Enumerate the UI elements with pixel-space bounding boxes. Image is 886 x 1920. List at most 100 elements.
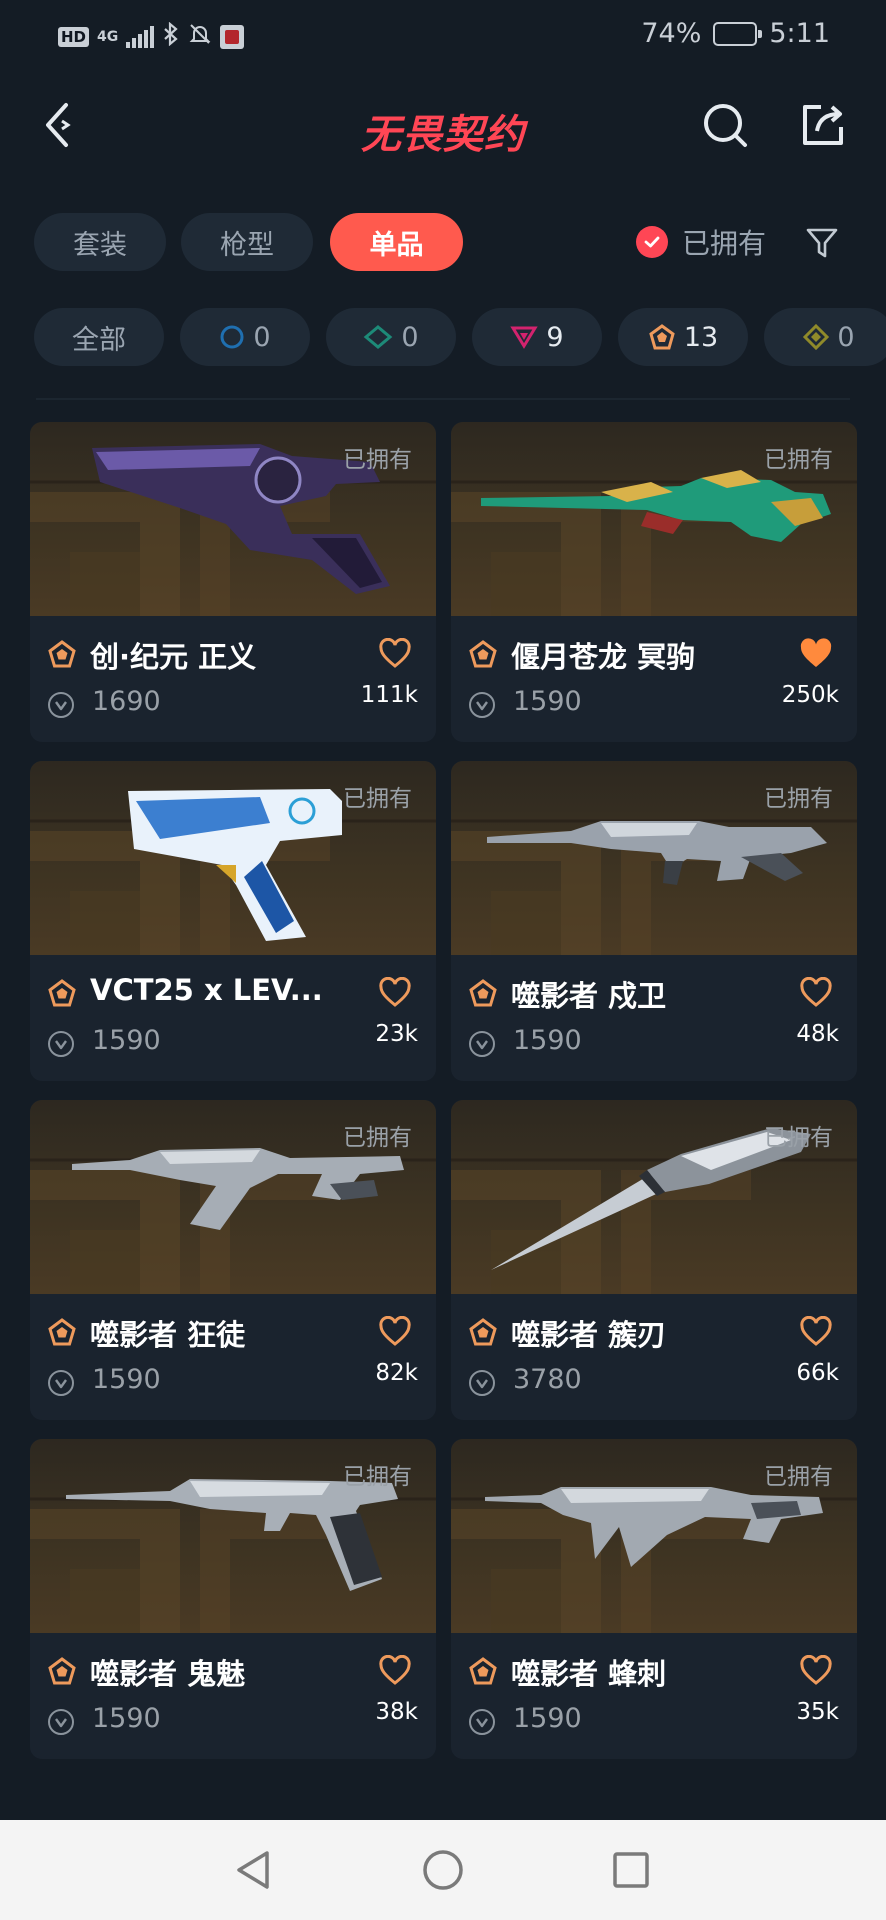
vp-currency-icon bbox=[48, 692, 74, 718]
share-button[interactable] bbox=[793, 95, 853, 155]
rarity-chip-ultra[interactable]: 0 bbox=[764, 308, 886, 366]
status-left-icons: HD 4G bbox=[58, 21, 245, 51]
rarity-chip-count: 13 bbox=[683, 321, 719, 353]
pentagon-tier-icon bbox=[48, 1318, 76, 1346]
mute-bell-icon bbox=[188, 22, 212, 51]
vp-currency-icon bbox=[48, 1370, 74, 1396]
clock: 5:11 bbox=[769, 18, 830, 49]
skin-info: 噬影者 鬼魅 1590 38k bbox=[30, 1633, 436, 1759]
skin-card[interactable]: 已拥有噬影者 簇刃 3780 66k bbox=[451, 1100, 857, 1420]
nav-back-button[interactable] bbox=[229, 1846, 277, 1894]
skin-info: 噬影者 蜂刺 1590 35k bbox=[451, 1633, 857, 1759]
like-button[interactable] bbox=[799, 1315, 833, 1348]
like-count: 111k bbox=[360, 682, 418, 708]
like-count: 23k bbox=[375, 1021, 418, 1047]
like-button[interactable] bbox=[378, 1315, 412, 1348]
filter-button[interactable] bbox=[800, 223, 844, 263]
search-button[interactable] bbox=[695, 95, 755, 155]
owned-tag: 已拥有 bbox=[764, 1464, 833, 1490]
like-count: 38k bbox=[375, 1699, 418, 1725]
checkmark-icon bbox=[636, 226, 668, 258]
like-count: 66k bbox=[796, 1360, 839, 1386]
app-header: 无畏契约 bbox=[0, 80, 886, 170]
skin-price: 1590 bbox=[513, 686, 582, 717]
status-bar: HD 4G 74% 5:11 bbox=[0, 0, 886, 74]
skin-name: 偃月苍龙 冥驹 bbox=[511, 640, 696, 674]
skin-card[interactable]: 已拥有 噬影者 狂徒 1590 82k bbox=[30, 1100, 436, 1420]
heart-outline-icon bbox=[378, 976, 412, 1013]
skin-info: 噬影者 簇刃 3780 66k bbox=[451, 1294, 857, 1420]
owned-tag: 已拥有 bbox=[343, 786, 412, 812]
rarity-chip-exclusive[interactable]: 13 bbox=[618, 308, 748, 366]
skin-card[interactable]: 已拥有 创·纪元 正义 1690 111k bbox=[30, 422, 436, 742]
skin-price: 1590 bbox=[92, 1703, 161, 1734]
owned-tag: 已拥有 bbox=[764, 1125, 833, 1151]
like-button[interactable] bbox=[378, 637, 412, 670]
rhombus-tier-icon bbox=[803, 324, 830, 350]
pentagon-tier-icon bbox=[48, 640, 76, 668]
rarity-chip-count: 0 bbox=[253, 321, 271, 353]
nav-home-button[interactable] bbox=[419, 1846, 467, 1894]
like-button[interactable] bbox=[799, 1654, 833, 1687]
vp-currency-icon bbox=[469, 1031, 495, 1057]
owned-tag: 已拥有 bbox=[764, 447, 833, 473]
tab-single-items[interactable]: 单品 bbox=[330, 213, 463, 271]
skin-image: 已拥有 bbox=[451, 422, 857, 616]
skin-card[interactable]: 已拥有噬影者 蜂刺 1590 35k bbox=[451, 1439, 857, 1759]
tab-bundles[interactable]: 套装 bbox=[34, 213, 166, 271]
skin-card[interactable]: 已拥有 偃月苍龙 冥驹 1590 250k bbox=[451, 422, 857, 742]
skin-name: 噬影者 簇刃 bbox=[511, 1318, 667, 1352]
pentagon-tier-icon bbox=[649, 324, 675, 350]
skin-name: 噬影者 狂徒 bbox=[90, 1318, 246, 1352]
vp-currency-icon bbox=[48, 1709, 74, 1735]
tab-weapon-types[interactable]: 枪型 bbox=[181, 213, 313, 271]
nav-recents-button[interactable] bbox=[607, 1846, 655, 1894]
heart-outline-icon bbox=[378, 1654, 412, 1691]
app-notification-icon bbox=[220, 24, 245, 49]
like-button[interactable] bbox=[378, 976, 412, 1009]
battery-icon bbox=[713, 21, 763, 46]
pentagon-tier-icon bbox=[48, 979, 76, 1007]
vp-currency-icon bbox=[469, 1370, 495, 1396]
pentagon-tier-icon bbox=[469, 1657, 497, 1685]
skin-price: 1590 bbox=[513, 1025, 582, 1056]
rarity-chip-deluxe[interactable]: 0 bbox=[326, 308, 456, 366]
rarity-chip-count: 0 bbox=[401, 321, 419, 353]
pentagon-tier-icon bbox=[469, 1318, 497, 1346]
owned-toggle-label: 已拥有 bbox=[682, 227, 767, 260]
skin-info: 偃月苍龙 冥驹 1590 250k bbox=[451, 616, 857, 742]
heart-outline-icon bbox=[799, 1315, 833, 1352]
rarity-chip-select[interactable]: 0 bbox=[180, 308, 310, 366]
status-right: 74% 5:11 bbox=[641, 18, 830, 49]
skin-card[interactable]: 已拥有 噬影者 鬼魅 1590 38k bbox=[30, 1439, 436, 1759]
like-button[interactable] bbox=[799, 638, 833, 670]
like-button[interactable] bbox=[799, 976, 833, 1009]
diamond-tier-icon bbox=[364, 325, 393, 349]
circle-tier-icon bbox=[220, 325, 244, 349]
divider bbox=[36, 398, 850, 400]
skin-info: 噬影者 戍卫 1590 48k bbox=[451, 955, 857, 1081]
owned-toggle[interactable]: 已拥有 bbox=[636, 213, 766, 271]
skin-image: 已拥有 bbox=[451, 761, 857, 955]
battery-percent: 74% bbox=[641, 18, 702, 49]
pentagon-tier-icon bbox=[469, 640, 497, 668]
rarity-chip-premium[interactable]: 9 bbox=[472, 308, 602, 366]
nav-home-icon bbox=[423, 1850, 463, 1890]
skin-image: 已拥有 bbox=[30, 1100, 436, 1294]
skin-name: 噬影者 鬼魅 bbox=[90, 1657, 246, 1691]
vp-currency-icon bbox=[469, 692, 495, 718]
skin-card[interactable]: 已拥有 噬影者 戍卫 1590 48k bbox=[451, 761, 857, 1081]
like-button[interactable] bbox=[378, 1654, 412, 1687]
triangle-tier-icon bbox=[510, 326, 539, 349]
skin-image: 已拥有 bbox=[30, 761, 436, 955]
skin-image: 已拥有 bbox=[451, 1100, 857, 1294]
skin-name: 噬影者 戍卫 bbox=[511, 979, 667, 1013]
owned-tag: 已拥有 bbox=[343, 447, 412, 473]
rarity-filter-row: 全部 0 0 9 13 0 bbox=[0, 308, 886, 366]
rarity-chip-all[interactable]: 全部 bbox=[34, 308, 164, 366]
vp-currency-icon bbox=[469, 1709, 495, 1735]
skin-price: 1590 bbox=[92, 1364, 161, 1395]
heart-outline-icon bbox=[378, 1315, 412, 1352]
skin-card[interactable]: 已拥有 VCT25 x LEV... 1590 23k bbox=[30, 761, 436, 1081]
signal-icon bbox=[126, 25, 155, 48]
